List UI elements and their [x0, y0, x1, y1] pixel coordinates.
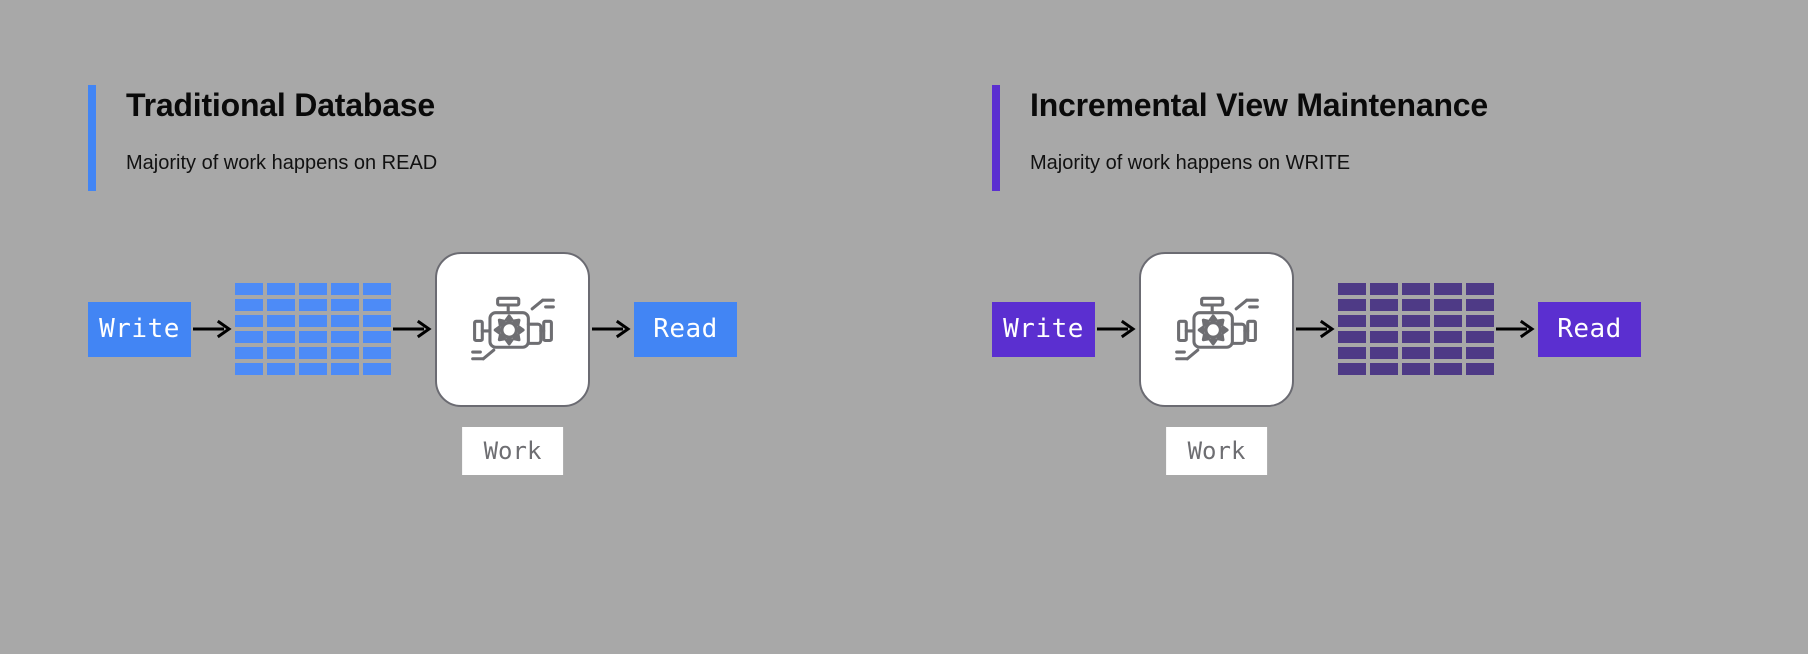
grid-cell	[363, 315, 391, 327]
grid-cell	[1338, 299, 1366, 311]
panel-title-left: Traditional Database	[126, 87, 435, 123]
read-box-left[interactable]: Read	[634, 301, 737, 357]
grid-cell	[1338, 283, 1366, 295]
grid-cell	[1466, 315, 1494, 327]
accent-bar-left	[88, 85, 96, 191]
grid-cell	[1434, 347, 1462, 359]
grid-cell	[331, 331, 359, 343]
grid-cell	[267, 299, 295, 311]
grid-cell	[1434, 315, 1462, 327]
grid-cell	[299, 299, 327, 311]
grid-cell	[1370, 299, 1398, 311]
panel-title-right: Incremental View Maintenance	[1030, 87, 1488, 123]
grid-cell	[235, 283, 263, 295]
grid-cell	[363, 331, 391, 343]
grid-cell	[1434, 363, 1462, 375]
grid-cell	[1434, 299, 1462, 311]
grid-cell	[235, 331, 263, 343]
panel-header-right: Incremental View Maintenance Majority of…	[992, 85, 1488, 191]
grid-cell	[1402, 331, 1430, 343]
grid-cell	[267, 363, 295, 375]
panel-incremental-view-maintenance: Incremental View Maintenance Majority of…	[904, 0, 1808, 654]
grid-cell	[1370, 347, 1398, 359]
grid-cell	[1402, 347, 1430, 359]
grid-cell	[299, 331, 327, 343]
panel-traditional-database: Traditional Database Majority of work ha…	[0, 0, 904, 654]
grid-cell	[1370, 283, 1398, 295]
grid-cell	[331, 299, 359, 311]
engine-group-left: Work	[435, 251, 590, 475]
grid-cell	[299, 315, 327, 327]
grid-cell	[1338, 331, 1366, 343]
panel-header-left: Traditional Database Majority of work ha…	[88, 85, 437, 191]
grid-cell	[331, 347, 359, 359]
data-grid-left	[235, 283, 391, 375]
header-text-right: Incremental View Maintenance Majority of…	[1030, 85, 1488, 191]
data-grid-right	[1338, 283, 1494, 375]
grid-cell	[1434, 283, 1462, 295]
engine-icon	[1174, 296, 1259, 361]
grid-cell	[299, 283, 327, 295]
grid-cell	[331, 283, 359, 295]
grid-cell	[235, 363, 263, 375]
work-label-right: Work	[1165, 426, 1268, 475]
write-box-left[interactable]: Write	[88, 301, 191, 357]
grid-cell	[235, 315, 263, 327]
grid-cell	[1338, 347, 1366, 359]
grid-cell	[1370, 363, 1398, 375]
grid-cell	[267, 315, 295, 327]
arrow-right-icon	[1294, 319, 1338, 339]
accent-bar-right	[992, 85, 1000, 191]
panel-subtitle-left: Majority of work happens on READ	[126, 152, 438, 174]
grid-cell	[267, 347, 295, 359]
grid-cell	[299, 363, 327, 375]
grid-cell	[363, 299, 391, 311]
grid-cell	[331, 315, 359, 327]
grid-cell	[267, 331, 295, 343]
panel-subtitle-right: Majority of work happens on WRITE	[1030, 152, 1351, 174]
grid-cell	[331, 363, 359, 375]
write-box-right[interactable]: Write	[992, 301, 1095, 357]
grid-cell	[235, 347, 263, 359]
work-label-left: Work	[461, 426, 564, 475]
engine-card-left[interactable]	[435, 251, 590, 407]
grid-cell	[1402, 315, 1430, 327]
grid-cell	[1338, 315, 1366, 327]
grid-cell	[1466, 283, 1494, 295]
grid-cell	[299, 347, 327, 359]
arrow-right-icon	[391, 319, 435, 339]
grid-cell	[1466, 363, 1494, 375]
read-box-right[interactable]: Read	[1538, 301, 1641, 357]
grid-cell	[363, 283, 391, 295]
grid-cell	[1466, 299, 1494, 311]
grid-cell	[1402, 283, 1430, 295]
grid-cell	[1466, 347, 1494, 359]
engine-card-right[interactable]	[1139, 251, 1294, 407]
engine-icon	[470, 296, 555, 361]
flow-left: Write Work Read	[88, 249, 737, 475]
grid-cell	[1466, 331, 1494, 343]
grid-cell	[1434, 331, 1462, 343]
engine-group-right: Work	[1139, 251, 1294, 475]
diagram-canvas: Traditional Database Majority of work ha…	[0, 0, 1808, 654]
arrow-right-icon	[1095, 319, 1139, 339]
grid-cell	[1402, 363, 1430, 375]
arrow-right-icon	[590, 319, 634, 339]
grid-cell	[1370, 315, 1398, 327]
arrow-right-icon	[191, 319, 235, 339]
grid-cell	[1402, 299, 1430, 311]
grid-cell	[235, 299, 263, 311]
grid-cell	[363, 363, 391, 375]
header-text-left: Traditional Database Majority of work ha…	[126, 85, 437, 191]
flow-right: Write Work Read	[992, 249, 1641, 475]
grid-cell	[1370, 331, 1398, 343]
grid-cell	[1338, 363, 1366, 375]
arrow-right-icon	[1494, 319, 1538, 339]
grid-cell	[267, 283, 295, 295]
grid-cell	[363, 347, 391, 359]
